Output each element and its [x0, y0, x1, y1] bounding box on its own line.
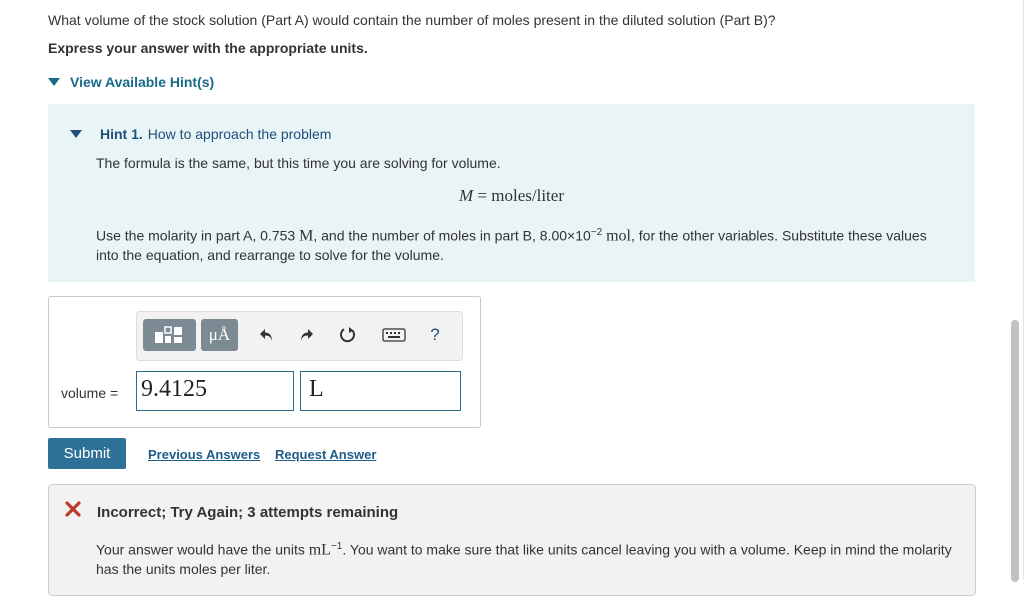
- feedback-panel: Incorrect; Try Again; 3 attempts remaini…: [48, 484, 976, 596]
- unit-molar: M: [299, 227, 314, 245]
- hint-text-b: , and the number of moles in part B, 8.0…: [313, 227, 591, 244]
- unit-ml: mL: [308, 541, 331, 559]
- keyboard-icon[interactable]: [377, 319, 411, 351]
- submit-button[interactable]: Submit: [48, 438, 126, 469]
- question-text: What volume of the stock solution (Part …: [48, 12, 776, 28]
- math-toolbar: μÅ ?: [136, 311, 463, 361]
- chevron-down-icon: [70, 130, 82, 138]
- feedback-title: Incorrect; Try Again; 3 attempts remaini…: [97, 504, 399, 521]
- hint-number: Hint 1.: [100, 126, 143, 142]
- hint-text-a: Use the molarity in part A, 0.753: [96, 227, 300, 244]
- answer-instruction: Express your answer with the appropriate…: [48, 40, 368, 56]
- view-hints-label: View Available Hint(s): [70, 74, 215, 90]
- feedback-body: Your answer would have the units mL−1. Y…: [96, 537, 956, 579]
- volume-label: volume =: [61, 385, 119, 401]
- help-button[interactable]: ?: [420, 319, 450, 351]
- exponent: −1: [330, 541, 343, 552]
- formula-variable: M: [459, 186, 474, 205]
- hint-panel: Hint 1. How to approach the problem The …: [48, 104, 975, 282]
- view-hints-toggle[interactable]: View Available Hint(s): [48, 74, 214, 90]
- redo-icon[interactable]: [291, 319, 321, 351]
- hint-1-header[interactable]: Hint 1. How to approach the problem: [70, 126, 331, 142]
- previous-answers-link[interactable]: Previous Answers: [148, 447, 260, 462]
- error-x-icon: [65, 501, 81, 522]
- molarity-formula: M = moles/liter: [48, 186, 975, 206]
- hint-paragraph-1: The formula is the same, but this time y…: [96, 155, 501, 171]
- answer-area: μÅ ? volume = 9.4125 L: [48, 296, 481, 428]
- hint-paragraph-2: Use the molarity in part A, 0.753 M, and…: [96, 223, 946, 265]
- scrollbar[interactable]: [1011, 320, 1019, 582]
- units-button[interactable]: μÅ: [201, 319, 238, 351]
- unit-mol: mol: [606, 227, 631, 245]
- formula-expression: = moles/liter: [477, 186, 564, 205]
- hint-title: How to approach the problem: [147, 126, 332, 142]
- undo-icon[interactable]: [252, 319, 282, 351]
- answer-value-input[interactable]: 9.4125: [136, 371, 294, 411]
- chevron-down-icon: [48, 78, 60, 86]
- exponent: −2: [590, 227, 603, 238]
- answer-unit-input[interactable]: L: [300, 371, 461, 411]
- feedback-text-a: Your answer would have the units: [96, 541, 309, 558]
- templates-icon[interactable]: [143, 319, 196, 351]
- request-answer-link[interactable]: Request Answer: [275, 447, 376, 462]
- reset-icon[interactable]: [333, 319, 363, 351]
